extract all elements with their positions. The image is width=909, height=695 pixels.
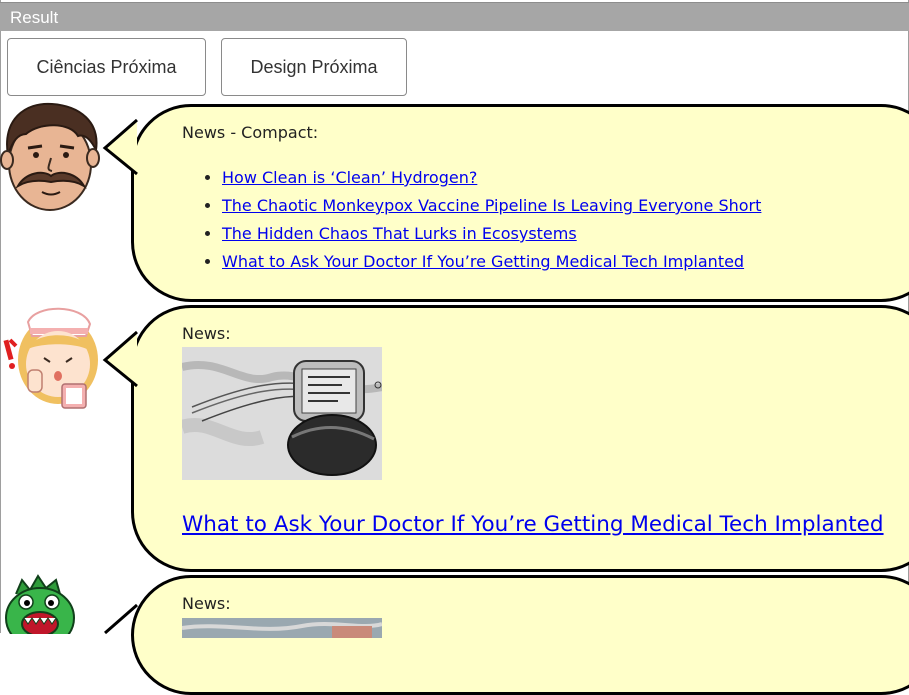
result-header: Result bbox=[0, 2, 909, 31]
man-avatar-icon bbox=[0, 102, 100, 211]
pacemaker-photo-icon[interactable] bbox=[182, 347, 382, 480]
news-headline-link[interactable]: What to Ask Your Doctor If You’re Gettin… bbox=[182, 512, 884, 537]
news-photo-icon[interactable] bbox=[182, 618, 382, 638]
news-link[interactable]: What to Ask Your Doctor If You’re Gettin… bbox=[222, 252, 744, 271]
nurse-avatar-icon bbox=[3, 307, 98, 409]
design-next-button[interactable]: Design Próxima bbox=[221, 38, 407, 96]
bubble-tail bbox=[104, 603, 138, 635]
list-item: How Clean is ‘Clean’ Hydrogen? bbox=[222, 164, 909, 192]
bubble-tail bbox=[102, 330, 138, 388]
message-bubble-news: News: What to Ask Your Doctor If You’re … bbox=[131, 305, 909, 572]
message-title: News: bbox=[182, 594, 231, 613]
list-item: The Hidden Chaos That Lurks in Ecosystem… bbox=[222, 220, 909, 248]
list-item: The Chaotic Monkeypox Vaccine Pipeline I… bbox=[222, 192, 909, 220]
news-link-list: How Clean is ‘Clean’ Hydrogen? The Chaot… bbox=[182, 164, 909, 276]
news-link[interactable]: The Hidden Chaos That Lurks in Ecosystem… bbox=[222, 224, 577, 243]
sciences-next-button[interactable]: Ciências Próxima bbox=[7, 38, 206, 96]
message-title: News - Compact: bbox=[182, 123, 319, 142]
news-link[interactable]: The Chaotic Monkeypox Vaccine Pipeline I… bbox=[222, 196, 761, 215]
monster-avatar-icon bbox=[5, 574, 75, 634]
message-bubble-news: News: bbox=[131, 575, 909, 695]
bubble-tail bbox=[102, 118, 138, 176]
news-link[interactable]: How Clean is ‘Clean’ Hydrogen? bbox=[222, 168, 477, 187]
message-bubble-compact: News - Compact: How Clean is ‘Clean’ Hyd… bbox=[131, 104, 909, 302]
message-title: News: bbox=[182, 324, 231, 343]
list-item: What to Ask Your Doctor If You’re Gettin… bbox=[222, 248, 909, 276]
